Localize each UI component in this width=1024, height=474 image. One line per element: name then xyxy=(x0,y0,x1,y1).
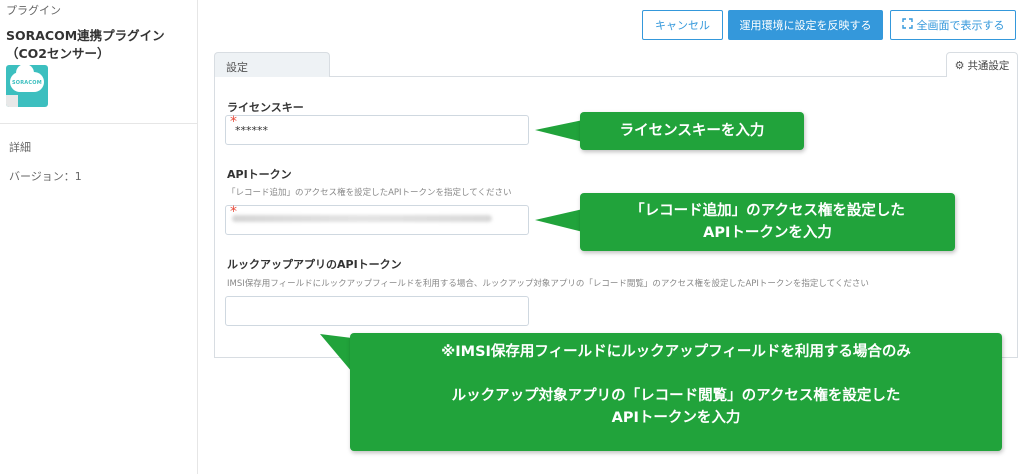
fullscreen-button-label: 全画面で表示する xyxy=(916,19,1005,32)
api-token-blurred-value xyxy=(232,215,492,222)
tab-settings[interactable]: 設定 xyxy=(214,52,330,77)
callout-tail xyxy=(535,120,583,142)
callout-license: ライセンスキーを入力 xyxy=(580,112,804,150)
api-token-label: APIトークン xyxy=(227,168,292,181)
details-link[interactable]: 詳細 xyxy=(9,139,31,155)
required-marker: * xyxy=(230,114,237,130)
callout-license-text: ライセンスキーを入力 xyxy=(619,123,765,139)
callout-lookup-line2: ルックアップ対象アプリの「レコード閲覧」のアクセス権を設定した xyxy=(451,388,901,404)
plugin-title-line1: SORACOM連携プラグイン xyxy=(6,28,165,43)
license-key-value: ****** xyxy=(235,123,268,137)
apply-button[interactable]: 運用環境に設定を反映する xyxy=(728,10,883,40)
cancel-button-label: キャンセル xyxy=(655,19,710,32)
callout-tail xyxy=(535,209,583,232)
lookup-token-description: IMSI保存用フィールドにルックアップフィールドを利用する場合、ルックアップ対象… xyxy=(227,279,869,289)
expand-icon xyxy=(901,18,913,32)
lookup-token-input[interactable] xyxy=(225,296,529,326)
version-label: バージョン：1 xyxy=(9,170,82,183)
tab-common-settings[interactable]: ⚙ 共通設定 xyxy=(946,52,1018,77)
plugin-logo: SORACOM xyxy=(6,65,48,107)
plugin-title: SORACOM連携プラグイン （CO2センサー） xyxy=(6,27,165,63)
sidebar: プラグイン SORACOM連携プラグイン （CO2センサー） SORACOM 詳… xyxy=(0,0,198,474)
callout-gap xyxy=(350,363,1002,385)
callout-api-line1: 「レコード追加」のアクセス権を設定した xyxy=(630,203,905,219)
plugin-title-line2: （CO2センサー） xyxy=(6,46,110,61)
logo-text: SORACOM xyxy=(12,80,42,86)
required-marker: * xyxy=(230,204,237,220)
callout-lookup-token: ※IMSI保存用フィールドにルックアップフィールドを利用する場合のみ ルックアッ… xyxy=(350,333,1002,451)
callout-lookup-line1: ※IMSI保存用フィールドにルックアップフィールドを利用する場合のみ xyxy=(441,344,911,360)
tab-common-settings-label: 共通設定 xyxy=(967,59,1010,72)
fullscreen-button[interactable]: 全画面で表示する xyxy=(890,10,1016,40)
cancel-button[interactable]: キャンセル xyxy=(642,10,723,40)
gear-icon: ⚙ xyxy=(954,58,965,72)
lookup-token-label: ルックアップアプリのAPIトークン xyxy=(227,258,402,271)
callout-api-token: 「レコード追加」のアクセス権を設定した APIトークンを入力 xyxy=(580,193,955,251)
logo-corner xyxy=(6,95,18,107)
api-token-description: 「レコード追加」のアクセス権を設定したAPIトークンを指定してください xyxy=(227,188,512,198)
license-key-input[interactable]: ****** xyxy=(225,115,529,145)
license-key-label: ライセンスキー xyxy=(227,101,304,114)
apply-button-label: 運用環境に設定を反映する xyxy=(739,19,872,32)
callout-lookup-line3: APIトークンを入力 xyxy=(611,410,741,426)
sidebar-divider xyxy=(0,123,198,124)
tab-settings-label: 設定 xyxy=(226,61,248,74)
breadcrumb[interactable]: プラグイン xyxy=(6,2,61,18)
callout-api-line2: APIトークンを入力 xyxy=(703,225,832,241)
